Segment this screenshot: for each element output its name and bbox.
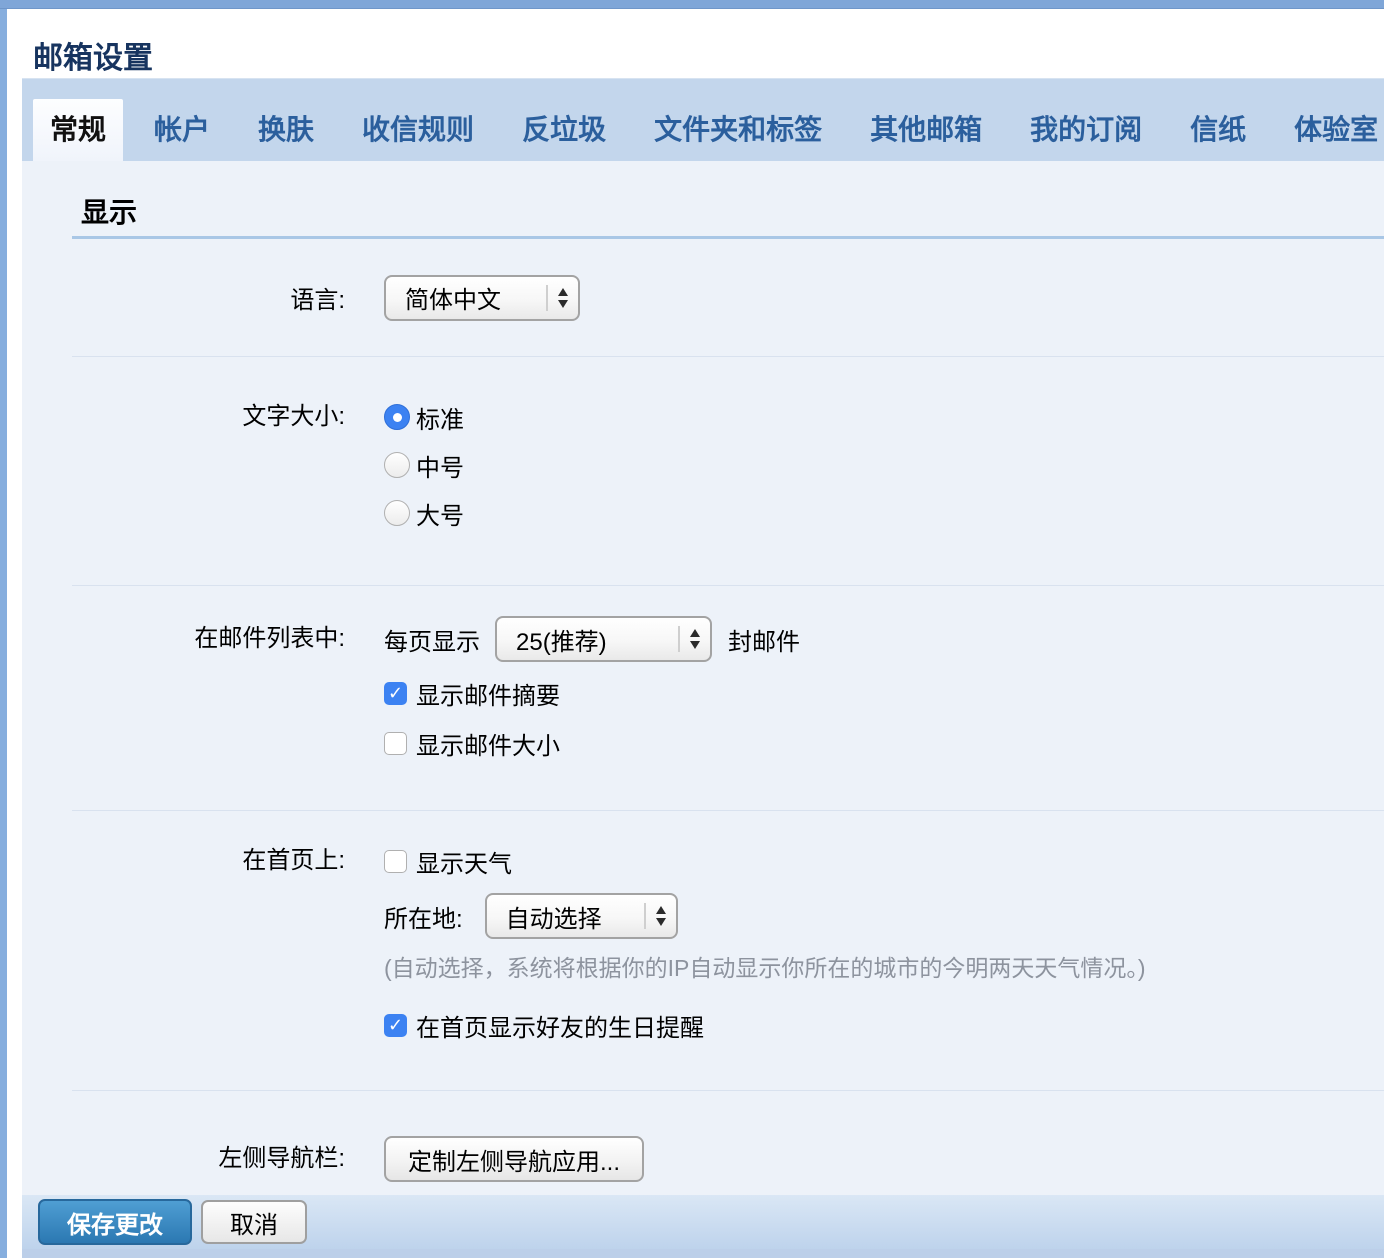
- display-section-heading: 显示: [81, 191, 1384, 231]
- footer-bar: 保存更改 取消: [22, 1195, 1384, 1249]
- show-weather-checkbox[interactable]: [384, 850, 407, 873]
- checkbox-label: 在首页显示好友的生日提醒: [416, 1008, 704, 1043]
- language-row: 语言: 简体中文: [72, 239, 1384, 357]
- general-settings-panel: 显示 语言: 简体中文 文字大小: 标准: [22, 161, 1384, 1195]
- show-weather-line: 显示天气: [384, 837, 1146, 885]
- radio-label: 标准: [416, 400, 464, 435]
- show-size-checkbox[interactable]: [384, 732, 407, 755]
- birthday-reminder-checkbox[interactable]: ✓: [384, 1014, 407, 1037]
- per-page-prefix: 每页显示: [384, 622, 480, 657]
- stepper-arrows-icon: [690, 629, 700, 649]
- radio-label: 中号: [416, 448, 464, 483]
- per-page-line: 每页显示 25(推荐) 封邮件: [384, 616, 800, 662]
- text-size-option-standard: 标准: [384, 393, 464, 441]
- window-left-edge: [0, 9, 7, 1258]
- select-separator: [546, 285, 548, 311]
- tab-label: 换肤: [258, 114, 314, 145]
- location-label: 所在地:: [384, 899, 463, 934]
- checkbox-label: 显示天气: [416, 844, 512, 879]
- tab-lab[interactable]: 体验室: [1277, 99, 1384, 161]
- show-summary-checkbox[interactable]: ✓: [384, 682, 407, 705]
- language-select-value: 简体中文: [405, 280, 538, 315]
- radio-text-size-large[interactable]: [384, 500, 410, 526]
- tab-label: 体验室: [1294, 114, 1378, 145]
- text-size-label: 文字大小:: [72, 357, 345, 585]
- tab-folders-and-labels[interactable]: 文件夹和标签: [637, 99, 839, 161]
- mail-settings-page: 邮箱设置 常规 帐户 换肤 收信规则 反垃圾 文件夹和标签 其他邮箱 我的订阅 …: [7, 9, 1384, 1258]
- window-bottom-edge: [22, 1249, 1384, 1258]
- checkbox-label: 显示邮件大小: [416, 726, 560, 761]
- tab-other-mailboxes[interactable]: 其他邮箱: [853, 99, 999, 161]
- stepper-arrows-icon: [558, 288, 568, 308]
- left-nav-label: 左侧导航栏:: [72, 1091, 345, 1195]
- tab-label: 文件夹和标签: [654, 114, 822, 145]
- show-summary-line: ✓ 显示邮件摘要: [384, 668, 800, 718]
- homepage-row: 在首页上: 显示天气 所在地: 自动选择 (自动选择，系统将: [72, 811, 1384, 1091]
- tab-general[interactable]: 常规: [33, 99, 123, 161]
- tab-receive-rules[interactable]: 收信规则: [345, 99, 491, 161]
- tab-my-subscriptions[interactable]: 我的订阅: [1013, 99, 1159, 161]
- tab-label: 其他邮箱: [870, 114, 982, 145]
- save-button[interactable]: 保存更改: [38, 1199, 192, 1245]
- select-separator: [678, 626, 680, 652]
- location-select[interactable]: 自动选择: [485, 893, 678, 939]
- tab-label: 帐户: [154, 114, 210, 145]
- tab-label: 我的订阅: [1030, 114, 1142, 145]
- checkbox-label: 显示邮件摘要: [416, 676, 560, 711]
- check-icon: ✓: [388, 1016, 403, 1034]
- select-separator: [644, 903, 646, 929]
- page-header: 邮箱设置: [22, 9, 1384, 78]
- text-size-row: 文字大小: 标准 中号 大号: [72, 357, 1384, 586]
- language-label: 语言:: [72, 280, 345, 315]
- section-underline: [72, 236, 1384, 239]
- tab-stationery[interactable]: 信纸: [1173, 99, 1263, 161]
- per-page-suffix: 封邮件: [728, 622, 800, 657]
- stepper-arrows-icon: [656, 906, 666, 926]
- mail-list-label: 在邮件列表中:: [72, 586, 345, 810]
- customize-left-nav-button[interactable]: 定制左侧导航应用...: [384, 1136, 644, 1182]
- page-title: 邮箱设置: [33, 33, 1384, 77]
- language-select[interactable]: 简体中文: [384, 275, 580, 321]
- settings-tab-bar: 常规 帐户 换肤 收信规则 反垃圾 文件夹和标签 其他邮箱 我的订阅 信纸 体验…: [22, 79, 1384, 161]
- per-page-select-value: 25(推荐): [516, 622, 670, 657]
- tab-anti-spam[interactable]: 反垃圾: [505, 99, 623, 161]
- tab-label: 反垃圾: [522, 114, 606, 145]
- tab-label: 信纸: [1190, 114, 1246, 145]
- tab-label: 常规: [50, 114, 106, 145]
- tab-skin[interactable]: 换肤: [241, 99, 331, 161]
- birthday-reminder-line: ✓ 在首页显示好友的生日提醒: [384, 1001, 1146, 1049]
- display-section-header: 显示: [22, 161, 1384, 239]
- radio-text-size-medium[interactable]: [384, 452, 410, 478]
- check-icon: ✓: [388, 684, 403, 702]
- show-size-line: 显示邮件大小: [384, 718, 800, 768]
- weather-auto-note: (自动选择，系统将根据你的IP自动显示你所在的城市的今明两天天气情况。): [384, 953, 1146, 983]
- mail-list-row: 在邮件列表中: 每页显示 25(推荐) 封邮件 ✓ 显示邮件摘要: [72, 586, 1384, 811]
- page-content-wrap: 邮箱设置 常规 帐户 换肤 收信规则 反垃圾 文件夹和标签 其他邮箱 我的订阅 …: [22, 9, 1384, 1258]
- window-top-edge: [0, 0, 1384, 9]
- per-page-select[interactable]: 25(推荐): [495, 616, 712, 662]
- radio-text-size-standard[interactable]: [384, 404, 410, 430]
- tab-account[interactable]: 帐户: [137, 99, 227, 161]
- text-size-option-large: 大号: [384, 489, 464, 537]
- left-nav-row: 左侧导航栏: 定制左侧导航应用...: [72, 1091, 1384, 1195]
- radio-label: 大号: [416, 496, 464, 531]
- text-size-option-medium: 中号: [384, 441, 464, 489]
- homepage-label: 在首页上:: [72, 811, 345, 1090]
- cancel-button[interactable]: 取消: [201, 1200, 307, 1244]
- tab-label: 收信规则: [362, 114, 474, 145]
- location-select-value: 自动选择: [506, 899, 636, 934]
- location-line: 所在地: 自动选择: [384, 893, 1146, 939]
